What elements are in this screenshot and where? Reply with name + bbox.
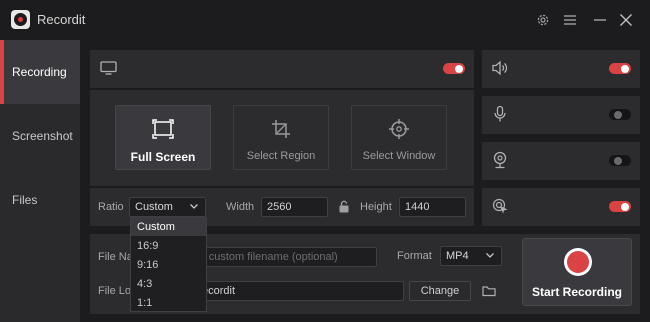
sidebar-item-files[interactable]: Files	[0, 168, 80, 232]
ratio-label: Ratio	[98, 201, 124, 213]
full-screen-label: Full Screen	[130, 150, 196, 164]
microphone-panel	[482, 96, 640, 134]
ratio-value: Custom	[135, 201, 173, 213]
width-label: Width	[226, 201, 255, 213]
folder-icon[interactable]	[482, 284, 496, 302]
select-window-label: Select Window	[362, 150, 436, 162]
close-icon[interactable]	[616, 10, 636, 30]
sidebar-item-recording[interactable]: Recording	[0, 40, 80, 104]
start-recording-button[interactable]: Start Recording	[522, 238, 632, 306]
select-region-label: Select Region	[246, 150, 316, 162]
record-icon	[564, 248, 592, 276]
webcam-icon	[492, 151, 508, 174]
display-panel	[90, 50, 474, 88]
ratio-dropdown: Custom 16:9 9:16 4:3 1:1	[130, 217, 207, 312]
ratio-option-9-16[interactable]: 9:16	[131, 256, 206, 274]
sidebar-item-screenshot[interactable]: Screenshot	[0, 104, 80, 168]
system-sound-toggle[interactable]	[609, 63, 631, 74]
select-window-mode[interactable]: Select Window	[351, 105, 447, 170]
format-label: Format	[397, 250, 432, 262]
file-name-label: File Na	[98, 251, 133, 263]
gear-icon[interactable]	[533, 10, 553, 30]
minimize-icon[interactable]	[590, 10, 610, 30]
webcam-toggle[interactable]	[609, 155, 631, 166]
menu-icon[interactable]	[560, 10, 580, 30]
system-sound-panel	[482, 50, 640, 88]
change-location-button[interactable]: Change	[409, 281, 471, 301]
lock-icon[interactable]	[338, 200, 350, 218]
display-toggle[interactable]	[443, 63, 465, 74]
speaker-icon	[491, 60, 509, 81]
microphone-icon	[493, 105, 507, 128]
mouse-click-toggle[interactable]	[609, 201, 631, 212]
crop-icon	[234, 118, 328, 140]
height-field[interactable]: 1440	[399, 197, 466, 217]
ratio-option-4-3[interactable]: 4:3	[131, 275, 206, 293]
app-logo-icon	[11, 10, 30, 29]
microphone-toggle[interactable]	[609, 109, 631, 120]
format-value: MP4	[446, 250, 469, 262]
ratio-option-1-1[interactable]: 1:1	[131, 294, 206, 312]
mouse-click-panel	[482, 188, 640, 226]
file-name-input[interactable]: r custom filename (optional)	[196, 247, 377, 267]
fullscreen-icon	[116, 118, 210, 140]
webcam-panel	[482, 142, 640, 180]
height-label: Height	[360, 201, 392, 213]
format-select[interactable]: MP4	[440, 246, 502, 266]
chevron-down-icon	[189, 201, 199, 214]
select-region-mode[interactable]: Select Region	[233, 105, 329, 170]
chevron-down-icon	[485, 250, 495, 263]
ratio-option-16-9[interactable]: 16:9	[131, 237, 206, 255]
ratio-select[interactable]: Custom	[129, 197, 206, 217]
sidebar: Recording Screenshot Files	[0, 40, 80, 322]
click-effect-icon	[492, 198, 509, 220]
ratio-option-custom[interactable]: Custom	[131, 218, 206, 236]
file-location-field[interactable]: ecordit	[196, 281, 404, 301]
title-bar: Recordit	[0, 0, 650, 40]
width-field[interactable]: 2560	[261, 197, 328, 217]
target-icon	[352, 118, 446, 140]
full-screen-mode[interactable]: Full Screen	[115, 105, 211, 170]
app-title: Recordit	[37, 12, 86, 27]
start-recording-label: Start Recording	[531, 285, 622, 299]
file-location-label: File Lo	[98, 285, 132, 297]
monitor-icon	[100, 61, 117, 80]
